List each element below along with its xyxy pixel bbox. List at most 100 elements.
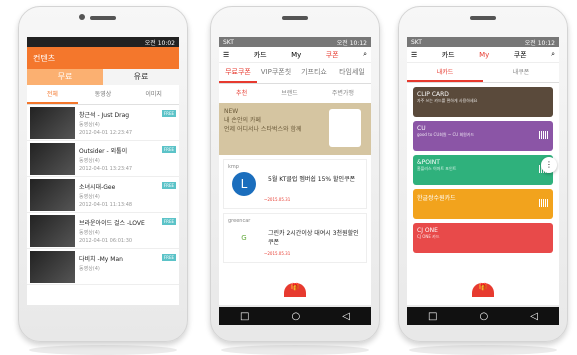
status-time: 오전 10:12	[336, 39, 367, 47]
brand: greencar	[228, 218, 251, 224]
card-cjone[interactable]: CJ ONE CJ ONE 카드	[413, 223, 553, 253]
tab-my-card[interactable]: 내카드	[407, 63, 483, 82]
item-title: 다비치 -My Man	[79, 256, 123, 263]
tab-my-coupon[interactable]: 내쿠폰	[483, 63, 559, 82]
item-sub: 동영상(4)	[79, 122, 100, 128]
brand-logo-icon: L	[232, 172, 256, 196]
free-badge: FREE	[161, 146, 176, 153]
search-icon[interactable]: ⌕	[551, 50, 555, 59]
free-badge: FREE	[161, 182, 176, 189]
barcode-icon	[539, 199, 549, 207]
list-item[interactable]: 창근석 - Just Drag 동영상(4) 2012-04-01 12:23:…	[27, 105, 179, 141]
nav-card[interactable]: 카드	[254, 50, 267, 60]
card-cu[interactable]: CU good to CU회원 ~ CU 회원카드	[413, 121, 553, 151]
thumbnail	[30, 143, 75, 175]
free-badge: FREE	[161, 254, 176, 261]
menu-icon[interactable]: ☰	[411, 51, 417, 59]
recent-icon[interactable]: □	[240, 311, 249, 322]
tab-gifticon[interactable]: 기프티쇼	[295, 63, 333, 83]
gift-button[interactable]: 🎁	[284, 283, 306, 297]
card-membership[interactable]: 한글쌍수원카드	[413, 189, 553, 219]
nav-coupon[interactable]: 쿠폰	[514, 50, 527, 60]
free-badge: FREE	[161, 218, 176, 225]
item-title: Outsider - 외톨이	[79, 148, 128, 155]
filter-recommend[interactable]: 추천	[236, 88, 247, 97]
card-name: 한글쌍수원카드	[417, 195, 456, 202]
card-sub: good to CU회원 ~ CU 회원카드	[417, 132, 475, 137]
thumbnail	[30, 179, 75, 211]
carrier: SKT	[223, 38, 234, 46]
recent-icon[interactable]: □	[428, 311, 437, 322]
promo-banner[interactable]: NEW 내 손안의 카페 언제 어디서나 스타벅스와 함께	[219, 103, 371, 155]
back-icon[interactable]: ◁	[342, 311, 350, 322]
card-clip[interactable]: CLIP CARD 자주 쓰는 카드를 편하게 사용하세요	[413, 87, 553, 117]
item-date: 2012-04-01 12:23:47	[79, 130, 133, 136]
tab-timesale[interactable]: 타임세일	[333, 63, 371, 83]
thumbnail	[30, 251, 75, 283]
status-bar: SKT 오전 10:12	[407, 37, 559, 47]
status-time: 오전 10:02	[144, 39, 175, 47]
subtab-video[interactable]: 동영상	[78, 85, 129, 104]
phone-2: SKT 오전 10:12 ☰ 카드 My 쿠폰 ⌕ 무료쿠폰 VIP쿠폰칫 기프…	[210, 6, 380, 355]
screen-coupons: SKT 오전 10:12 ☰ 카드 My 쿠폰 ⌕ 무료쿠폰 VIP쿠폰칫 기프…	[219, 37, 371, 305]
coupon-card[interactable]: greencar G 그린카 2시간이상 대여시 3천원할인 쿠폰 ~2015.…	[223, 213, 367, 263]
more-icon[interactable]: ⋮	[541, 157, 557, 173]
nav-my[interactable]: My	[291, 51, 301, 59]
expire-date: ~2015.05.31	[264, 197, 291, 202]
coupon-title: 그린카 2시간이상 대여시 3천원할인 쿠폰	[268, 230, 359, 246]
list-item[interactable]: 소녀시대-Gee 동영상(4) 2012-04-01 11:13:48 FREE	[27, 177, 179, 213]
phone-3: SKT 오전 10:12 ☰ 카드 My 쿠폰 ⌕ 내카드 내쿠폰 CLIP C…	[398, 6, 568, 355]
phone-1: 오전 10:02 컨텐츠 무료 유료 전체 동영상 이미지 창근석 - Just…	[18, 6, 188, 355]
cup-image	[329, 109, 361, 147]
speaker	[470, 16, 496, 20]
card-name: CJ ONE	[417, 227, 438, 234]
nav-my[interactable]: My	[479, 51, 489, 59]
camera	[79, 14, 85, 20]
screen-cards: SKT 오전 10:12 ☰ 카드 My 쿠폰 ⌕ 내카드 내쿠폰 CLIP C…	[407, 37, 559, 305]
search-icon[interactable]: ⌕	[363, 50, 367, 59]
speaker	[90, 16, 116, 20]
free-badge: FREE	[161, 110, 176, 117]
card-name: CLIP CARD	[417, 91, 449, 98]
coupon-card[interactable]: kmp L 5월 KT클럽 멤버쉽 15% 할인쿠폰 ~2015.05.31	[223, 159, 367, 209]
nav-coupon[interactable]: 쿠폰	[326, 50, 339, 60]
item-title: 브라운아이드 걸스 -LOVE	[79, 220, 145, 227]
item-sub: 동영상(4)	[79, 266, 100, 272]
item-date: 2012-04-01 13:23:47	[79, 166, 133, 172]
coupon-title: 5월 KT클럽 멤버쉽 15% 할인쿠폰	[268, 176, 356, 183]
speaker	[282, 16, 308, 20]
back-icon[interactable]: ◁	[530, 311, 538, 322]
home-icon[interactable]: ○	[480, 311, 489, 322]
carrier: SKT	[411, 38, 422, 46]
thumbnail	[30, 215, 75, 247]
brand: kmp	[228, 164, 239, 170]
screen-contents: 오전 10:02 컨텐츠 무료 유료 전체 동영상 이미지 창근석 - Just…	[27, 37, 179, 305]
item-title: 창근석 - Just Drag	[79, 112, 130, 119]
filter-nearby[interactable]: 주변가맹	[332, 88, 354, 97]
menu-icon[interactable]: ☰	[223, 51, 229, 59]
card-sub: 홈플러스 이마트 포인트	[417, 166, 457, 171]
list-item[interactable]: Outsider - 외톨이 동영상(4) 2012-04-01 13:23:4…	[27, 141, 179, 177]
tab-paid[interactable]: 유료	[103, 69, 179, 85]
nav-bar: □ ○ ◁	[407, 307, 559, 325]
list-item[interactable]: 다비치 -My Man 동영상(4) FREE	[27, 249, 179, 285]
item-sub: 동영상(4)	[79, 194, 100, 200]
status-bar: SKT 오전 10:12	[219, 37, 371, 47]
home-icon[interactable]: ○	[292, 311, 301, 322]
brand-logo-icon: G	[241, 234, 247, 242]
tab-free[interactable]: 무료	[27, 69, 103, 85]
item-title: 소녀시대-Gee	[79, 184, 116, 191]
tab-vip[interactable]: VIP쿠폰칫	[257, 63, 295, 83]
subtab-all[interactable]: 전체	[27, 85, 78, 104]
card-sub: CJ ONE 카드	[417, 234, 440, 239]
subtab-image[interactable]: 이미지	[128, 85, 179, 104]
nav-card[interactable]: 카드	[442, 50, 455, 60]
filter-brand[interactable]: 브랜드	[281, 88, 298, 97]
list-item[interactable]: 브라운아이드 걸스 -LOVE 동영상(4) 2012-04-01 06:01:…	[27, 213, 179, 249]
item-sub: 동영상(4)	[79, 230, 100, 236]
card-point[interactable]: &POINT 홈플러스 이마트 포인트	[413, 155, 553, 185]
tab-free-coupon[interactable]: 무료쿠폰	[219, 63, 257, 83]
gift-button[interactable]: 🎁	[472, 283, 494, 297]
item-date: 2012-04-01 11:13:48	[79, 202, 133, 208]
thumbnail	[30, 107, 75, 139]
